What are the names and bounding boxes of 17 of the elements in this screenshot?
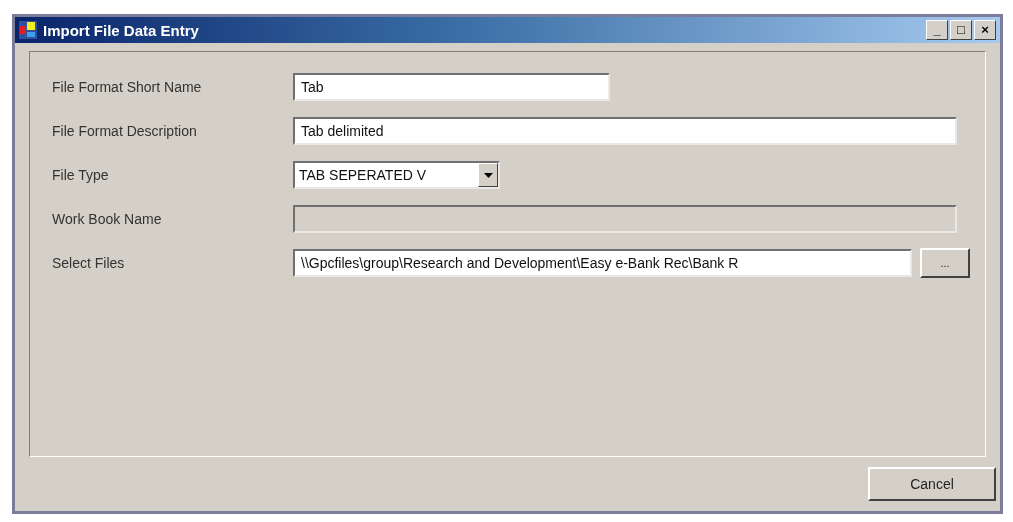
text-field[interactable]: Tab — [293, 73, 610, 101]
field-label: File Format Description — [52, 123, 198, 139]
app-icon — [19, 21, 37, 39]
close-button[interactable]: × — [974, 20, 996, 40]
cancel-button[interactable]: Cancel — [868, 467, 996, 501]
dropdown-field[interactable]: TAB SEPERATED V — [293, 161, 500, 189]
text-field[interactable]: \\Gpcfiles\group\Research and Development\Easy e-Bank Rec\Bank R — [293, 249, 912, 277]
maximize-button[interactable]: □ — [950, 20, 972, 40]
browse-button[interactable]: ... — [920, 248, 970, 278]
field-label: File Format Short Name — [52, 79, 203, 95]
field-label: Select Files — [52, 255, 126, 271]
field-label: Work Book Name — [52, 211, 163, 227]
caret-icon — [483, 172, 493, 178]
text-field[interactable]: Tab delimited — [293, 117, 957, 145]
minimize-button[interactable]: _ — [926, 20, 948, 40]
window-title: Import File Data Entry — [43, 21, 200, 39]
field-label: File Type — [52, 167, 110, 183]
